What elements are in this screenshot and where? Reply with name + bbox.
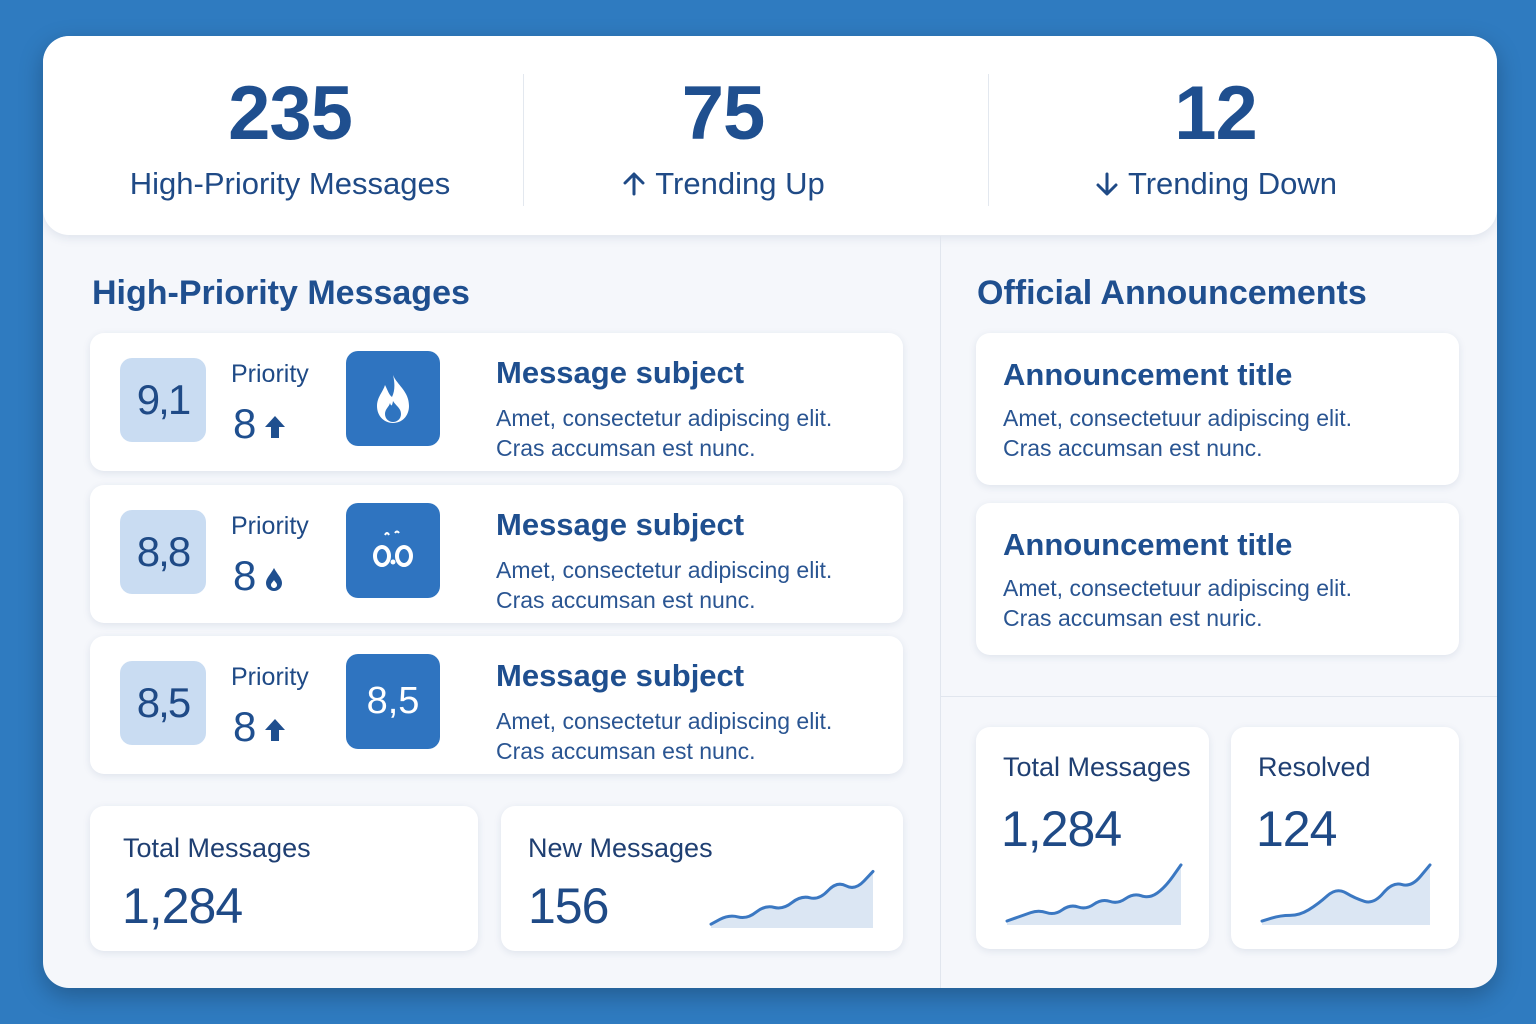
score-badge: 8,8 xyxy=(120,510,206,594)
total-messages-card-right[interactable]: Total Messages 1,284 xyxy=(976,727,1209,949)
stat-value: 75 xyxy=(681,71,766,156)
message-preview: Amet, consectetur adipiscing elit. Cras a… xyxy=(496,557,833,613)
dashboard-panel: 235 High-Priority Messages 75 Trending U… xyxy=(43,36,1497,988)
message-subject: Message subject xyxy=(496,658,745,693)
sparkline-area xyxy=(711,871,873,928)
stat-value: 12 xyxy=(1174,71,1258,156)
section-divider xyxy=(941,696,1497,697)
message-subject: Message subject xyxy=(496,355,745,390)
stat-value: 124 xyxy=(1256,801,1337,857)
total-messages-sparkline xyxy=(1005,863,1183,925)
stat-high-priority[interactable]: 235 High-Priority Messages xyxy=(83,36,497,235)
stat-label: Trending Down xyxy=(988,166,1443,202)
stat-value: 156 xyxy=(528,878,609,934)
priority-value: 8 xyxy=(233,704,286,750)
new-messages-card[interactable]: New Messages 156 xyxy=(501,806,903,951)
arrow-up-icon xyxy=(265,719,286,741)
stat-trending-up[interactable]: 75 Trending Up xyxy=(523,36,923,235)
announcement-card[interactable]: Announcement title Amet, consectetuur ad… xyxy=(976,333,1459,485)
summary-stats-bar: 235 High-Priority Messages 75 Trending U… xyxy=(43,36,1497,235)
message-row[interactable]: 8,5 Priority 8 8,5 Message subject Amet,… xyxy=(90,636,903,774)
stat-label: Total Messages xyxy=(1003,752,1191,782)
stat-value: 235 xyxy=(228,71,353,156)
arrow-down-icon xyxy=(1096,172,1118,196)
priority-value: 8 xyxy=(233,401,286,447)
messages-section-title: High-Priority Messages xyxy=(92,274,470,312)
score-badge: 8,5 xyxy=(120,661,206,745)
announcement-body: Amet, consectetuur adipiscing elit. Cras … xyxy=(1003,575,1353,631)
stat-value: 1,284 xyxy=(1001,801,1122,857)
announcements-section-title: Official Announcements xyxy=(977,274,1367,312)
priority-label: Priority xyxy=(231,663,309,691)
column-divider xyxy=(940,236,941,988)
priority-label: Priority xyxy=(231,512,309,540)
message-subject: Message subject xyxy=(496,507,745,542)
message-row[interactable]: 8,8 Priority 8 Message subject Amet, con… xyxy=(90,485,903,623)
announcement-body: Amet, consectetuur adipiscing elit. Cras … xyxy=(1003,405,1353,461)
score-badge: 9,1 xyxy=(120,358,206,442)
new-messages-sparkline xyxy=(709,869,875,928)
stat-label: Trending Up xyxy=(523,166,923,202)
priority-label: Priority xyxy=(231,360,309,388)
arrow-up-icon xyxy=(623,172,645,196)
stat-label: High-Priority Messages xyxy=(129,166,451,201)
flame-icon xyxy=(346,351,440,446)
message-preview: Amet, consectetur adipiscing elit. Cras a… xyxy=(496,708,833,764)
message-row[interactable]: 9,1 Priority 8 Message subject Amet, con… xyxy=(90,333,903,471)
stat-value: 1,284 xyxy=(122,878,243,934)
announcement-title: Announcement title xyxy=(1003,357,1293,392)
priority-value: 8 xyxy=(233,553,284,599)
announcement-title: Announcement title xyxy=(1003,527,1293,562)
face-icon xyxy=(346,503,440,598)
announcement-card[interactable]: Announcement title Amet, consectetuur ad… xyxy=(976,503,1459,655)
stat-label: New Messages xyxy=(528,833,713,863)
score-tile: 8,5 xyxy=(346,654,440,749)
message-preview: Amet, consectetur adipiscing elit. Cras a… xyxy=(496,405,833,461)
arrow-up-icon xyxy=(265,416,286,438)
stat-label: Total Messages xyxy=(123,833,311,863)
stat-trending-down[interactable]: 12 Trending Down xyxy=(988,36,1443,235)
drop-icon xyxy=(266,568,283,591)
total-messages-card[interactable]: Total Messages 1,284 xyxy=(90,806,478,951)
resolved-sparkline xyxy=(1260,863,1432,925)
stat-label: Resolved xyxy=(1258,752,1371,782)
resolved-card[interactable]: Resolved 124 xyxy=(1231,727,1459,949)
